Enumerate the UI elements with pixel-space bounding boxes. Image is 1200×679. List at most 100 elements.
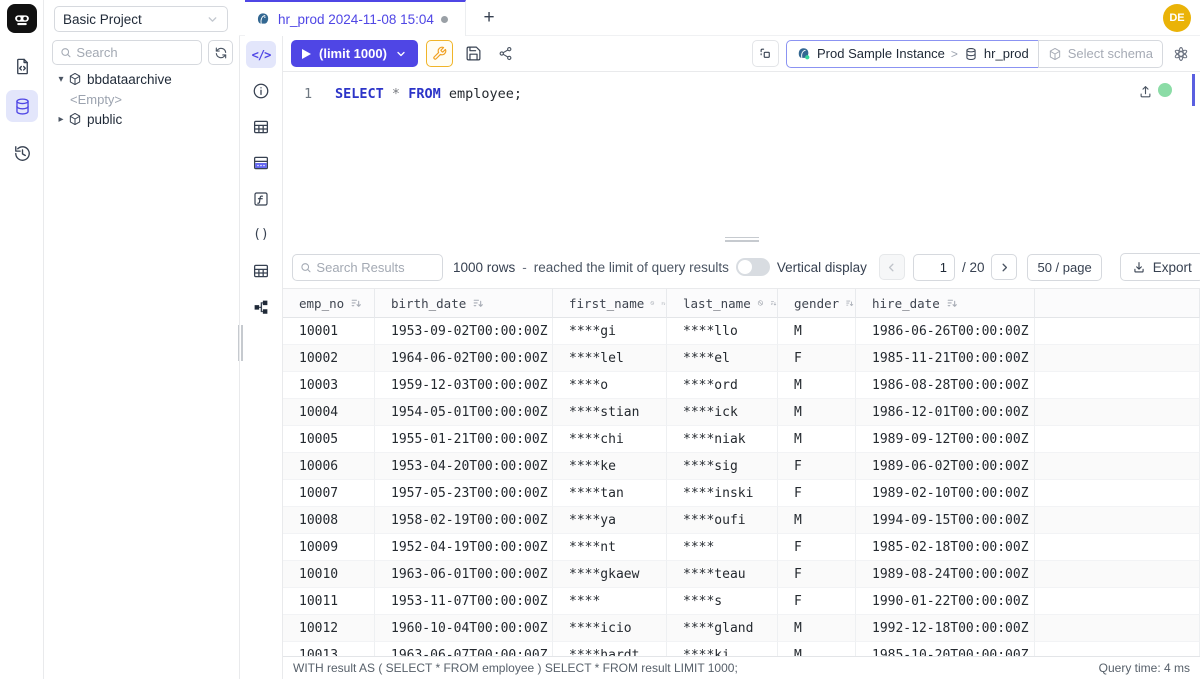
table-cell[interactable]: **** (667, 534, 778, 561)
table-cell[interactable] (1035, 372, 1200, 399)
table-cell[interactable]: 1963-06-07T00:00:00Z (375, 642, 553, 656)
table-cell[interactable]: 1992-12-18T00:00:00Z (856, 615, 1035, 642)
run-query-button[interactable]: (limit 1000) (291, 40, 418, 67)
page-prev-button[interactable] (879, 254, 905, 280)
table-cell[interactable] (1035, 561, 1200, 588)
table-cell[interactable]: 10002 (283, 345, 375, 372)
table-cell[interactable] (1035, 615, 1200, 642)
chevron-down-icon[interactable] (395, 48, 407, 60)
sql-code-line[interactable]: SELECT * FROM employee; (335, 86, 522, 102)
table-cell[interactable]: ****tan (553, 480, 667, 507)
table-cell[interactable]: 1989-06-02T00:00:00Z (856, 453, 1035, 480)
table-cell[interactable]: 1985-02-18T00:00:00Z (856, 534, 1035, 561)
caret-right-icon[interactable]: ▸ (54, 114, 68, 125)
table-cell[interactable]: 10003 (283, 372, 375, 399)
table-cell[interactable]: F (778, 561, 856, 588)
table-cell[interactable]: 1986-12-01T00:00:00Z (856, 399, 1035, 426)
save-icon[interactable] (460, 40, 487, 67)
table-cell[interactable]: 10011 (283, 588, 375, 615)
table-cell[interactable]: M (778, 615, 856, 642)
schema-selector[interactable]: Select schema (1038, 40, 1163, 68)
sort-icon[interactable] (946, 297, 959, 310)
table-cell[interactable]: ****chi (553, 426, 667, 453)
database-icon[interactable] (6, 90, 38, 122)
external-tables-icon[interactable] (246, 149, 276, 176)
app-logo-icon[interactable] (7, 4, 37, 33)
table-cell[interactable]: 10013 (283, 642, 375, 656)
table-cell[interactable]: 1985-10-20T00:00:00Z (856, 642, 1035, 656)
table-cell[interactable]: 1952-04-19T00:00:00Z (375, 534, 553, 561)
table-cell[interactable]: ****nt (553, 534, 667, 561)
column-header-emp_no[interactable]: emp_no (283, 289, 375, 318)
info-icon[interactable] (246, 77, 276, 104)
table-cell[interactable]: ****inski (667, 480, 778, 507)
wrench-icon[interactable] (426, 40, 453, 67)
table-cell[interactable]: 10009 (283, 534, 375, 561)
sort-icon[interactable] (350, 297, 363, 310)
table-cell[interactable]: M (778, 426, 856, 453)
sort-icon[interactable] (770, 297, 777, 310)
page-number-input[interactable] (913, 254, 955, 281)
tree-item-public[interactable]: ▸ public (54, 109, 122, 129)
refresh-icon[interactable] (208, 40, 233, 65)
table-cell[interactable]: M (778, 399, 856, 426)
results-search-input[interactable] (292, 254, 443, 281)
table-cell[interactable]: ****oufi (667, 507, 778, 534)
table-cell[interactable]: 10001 (283, 318, 375, 345)
caret-down-icon[interactable]: ▾ (54, 74, 68, 85)
table-cell[interactable]: 1955-01-21T00:00:00Z (375, 426, 553, 453)
table-cell[interactable] (1035, 588, 1200, 615)
table-cell[interactable]: 1989-09-12T00:00:00Z (856, 426, 1035, 453)
table-cell[interactable]: ****gland (667, 615, 778, 642)
table-cell[interactable]: 1964-06-02T00:00:00Z (375, 345, 553, 372)
results-search-field[interactable] (316, 260, 435, 275)
table-cell[interactable]: ****icio (553, 615, 667, 642)
procedures-icon[interactable]: () (246, 221, 276, 248)
table-cell[interactable]: 1990-01-22T00:00:00Z (856, 588, 1035, 615)
table-cell[interactable] (1035, 318, 1200, 345)
table-cell[interactable]: 10006 (283, 453, 375, 480)
table-cell[interactable]: 1959-12-03T00:00:00Z (375, 372, 553, 399)
batch-query-icon[interactable] (752, 40, 779, 67)
table-cell[interactable]: 1953-04-20T00:00:00Z (375, 453, 553, 480)
sql-editor[interactable]: 1 SELECT * FROM employee; (283, 72, 1200, 232)
table-cell[interactable]: 1989-02-10T00:00:00Z (856, 480, 1035, 507)
table-cell[interactable] (1035, 480, 1200, 507)
avatar[interactable]: DE (1163, 4, 1191, 32)
table-cell[interactable] (1035, 507, 1200, 534)
column-header-hire_date[interactable]: hire_date (856, 289, 1035, 318)
table-cell[interactable] (1035, 399, 1200, 426)
table-cell[interactable] (1035, 453, 1200, 480)
tree-search-field[interactable] (76, 45, 194, 60)
worksheet-icon[interactable] (6, 50, 38, 82)
table-cell[interactable]: M (778, 507, 856, 534)
table-cell[interactable]: ****teau (667, 561, 778, 588)
table-cell[interactable]: 1954-05-01T00:00:00Z (375, 399, 553, 426)
table-cell[interactable]: ****o (553, 372, 667, 399)
table-cell[interactable]: F (778, 345, 856, 372)
table-cell[interactable]: ****stian (553, 399, 667, 426)
sort-icon[interactable] (661, 297, 666, 310)
upload-icon[interactable] (1138, 84, 1153, 99)
table-cell[interactable]: 1953-09-02T00:00:00Z (375, 318, 553, 345)
tree-search-input[interactable] (52, 40, 202, 65)
table-cell[interactable]: 1986-06-26T00:00:00Z (856, 318, 1035, 345)
sort-icon[interactable] (472, 297, 485, 310)
table-cell[interactable]: 1953-11-07T00:00:00Z (375, 588, 553, 615)
share-icon[interactable] (492, 40, 519, 67)
functions-icon[interactable] (246, 185, 276, 212)
table-cell[interactable]: ****ick (667, 399, 778, 426)
tables-icon[interactable] (246, 113, 276, 140)
column-header-gender[interactable]: gender (778, 289, 856, 318)
table-cell[interactable]: 10012 (283, 615, 375, 642)
table-cell[interactable] (1035, 345, 1200, 372)
page-size-select[interactable]: 50 / page (1027, 254, 1101, 281)
er-diagram-icon[interactable] (246, 293, 276, 320)
column-header-last_name[interactable]: last_name (667, 289, 778, 318)
table-cell[interactable] (1035, 642, 1200, 656)
page-next-button[interactable] (991, 254, 1017, 280)
table-cell[interactable]: F (778, 480, 856, 507)
table-cell[interactable]: ****hardt (553, 642, 667, 656)
table-cell[interactable]: 1985-11-21T00:00:00Z (856, 345, 1035, 372)
ai-assistant-icon[interactable] (1172, 45, 1190, 63)
